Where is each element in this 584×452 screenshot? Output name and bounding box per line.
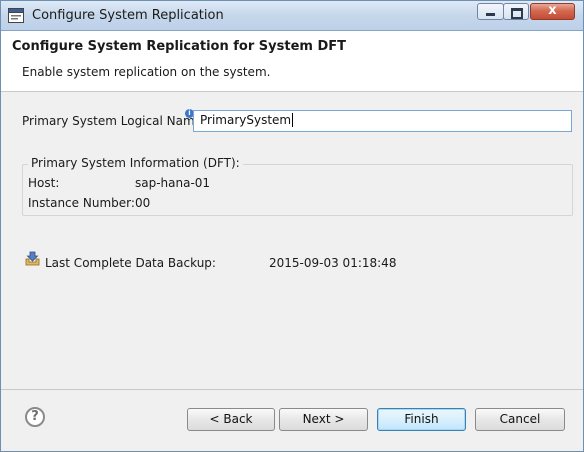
backup-label: Last Complete Data Backup: xyxy=(45,256,216,270)
finish-button[interactable]: Finish xyxy=(377,408,466,431)
maximize-button[interactable] xyxy=(503,3,529,20)
backup-value: 2015-09-03 01:18:48 xyxy=(269,256,397,270)
page-description: Enable system replication on the system. xyxy=(22,65,271,79)
close-button[interactable]: x xyxy=(530,3,575,20)
wizard-header: Configure System Replication for System … xyxy=(1,31,583,92)
instance-number-value: 00 xyxy=(135,196,151,210)
primary-name-input[interactable]: PrimarySystem xyxy=(193,110,572,132)
next-button[interactable]: Next > xyxy=(279,408,368,431)
back-button[interactable]: < Back xyxy=(187,408,275,431)
cancel-button[interactable]: Cancel xyxy=(475,408,565,431)
page-title: Configure System Replication for System … xyxy=(12,39,347,54)
help-icon[interactable]: ? xyxy=(25,407,45,427)
dialog-window: Configure System Replication x Configure… xyxy=(0,0,584,452)
minimize-button[interactable] xyxy=(477,3,504,20)
close-icon: x xyxy=(548,3,557,18)
app-window-icon xyxy=(8,8,24,23)
host-label: Host: xyxy=(28,176,60,190)
primary-info-title: Primary System Information (DFT): xyxy=(28,156,243,170)
instance-number-label: Instance Number: xyxy=(28,196,135,210)
window-title: Configure System Replication xyxy=(32,8,224,23)
title-bar[interactable]: Configure System Replication x xyxy=(1,1,583,31)
backup-icon xyxy=(25,251,40,266)
host-value: sap-hana-01 xyxy=(135,176,211,190)
primary-name-label: Primary System Logical Name: xyxy=(22,114,207,128)
footer-divider xyxy=(1,389,583,390)
primary-name-value: PrimarySystem xyxy=(200,113,294,127)
